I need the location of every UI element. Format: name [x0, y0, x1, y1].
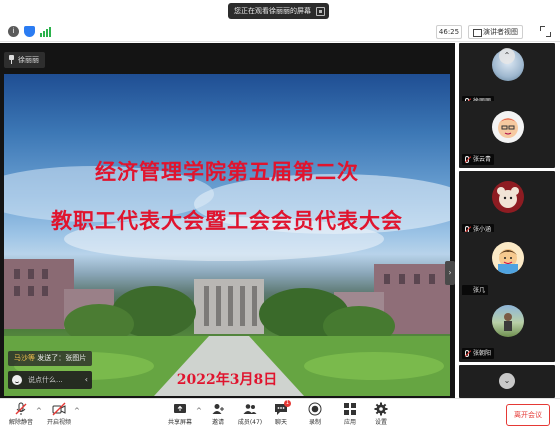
participant-name-tag: 张云青	[462, 154, 495, 165]
campus-background	[4, 166, 450, 396]
video-off-icon	[52, 402, 66, 416]
apps-button[interactable]: 应用	[333, 402, 367, 430]
mic-muted-icon	[465, 350, 469, 357]
record-button[interactable]: 录制	[298, 402, 332, 430]
share-banner: 您正在观看徐丽丽的屏幕	[0, 0, 560, 22]
stop-view-icon[interactable]	[316, 6, 325, 16]
pin-icon	[9, 55, 14, 64]
unmute-button[interactable]: 解除静音	[4, 402, 38, 430]
avatar	[492, 111, 524, 143]
apps-label: 应用	[343, 419, 356, 426]
participants-label: 成员(47)	[237, 419, 263, 426]
shield-icon[interactable]	[24, 26, 35, 37]
participant-tile[interactable]: ⌃ 徐丽丽	[459, 43, 555, 110]
meeting-timer: 46:25	[436, 25, 462, 39]
share-screen-label: 共享屏幕	[167, 419, 192, 426]
chat-input-placeholder: 说点什么...	[28, 376, 63, 384]
meeting-window: 您正在观看徐丽丽的屏幕 i 46:25 演讲者视图 徐丽丽 经济管理学院第五届第…	[0, 0, 560, 432]
start-video-button[interactable]: 开启视频	[42, 402, 76, 430]
signal-icon[interactable]	[40, 27, 52, 37]
leave-meeting-button[interactable]: 离开会议	[506, 404, 550, 426]
settings-label: 设置	[374, 419, 387, 426]
chat-sender: 马沙等	[14, 354, 35, 362]
participants-icon	[243, 404, 257, 414]
chat-notification[interactable]: 马沙等 发送了：张图片	[8, 351, 93, 366]
participant-name-tag: 张朝阳	[462, 348, 495, 359]
participant-tile[interactable]: 张几	[459, 232, 555, 299]
participant-name: 张几	[473, 287, 486, 294]
presenter-tag: 徐丽丽	[4, 52, 45, 68]
chat-message: 发送了：张图片	[37, 354, 87, 362]
participant-tile[interactable]: 张朝阳	[459, 295, 555, 362]
slide-title-line-2: 教职工代表大会暨工会会员代表大会	[51, 208, 403, 233]
collapse-gallery-handle[interactable]: ›	[445, 261, 455, 285]
participant-tile[interactable]: 张云青	[459, 101, 555, 168]
unmute-label: 解除静音	[8, 419, 33, 426]
record-label: 录制	[308, 419, 321, 426]
share-screen-button[interactable]: 共享屏幕	[163, 402, 197, 430]
chat-unread-badge: 1	[284, 400, 291, 407]
status-bar: i 46:25 演讲者视图	[0, 22, 560, 42]
participant-tile[interactable]: 张小涵	[459, 171, 555, 238]
info-icon[interactable]: i	[8, 26, 19, 37]
participant-name: 张朝阳	[473, 350, 492, 357]
meeting-toolbar: 解除静音 ^ 开启视频 ^ 共享屏幕 ^ 邀请 成员(47) 1 聊天 录制 应…	[0, 398, 560, 432]
invite-label: 邀请	[211, 419, 224, 426]
gear-icon	[374, 402, 388, 416]
avatar	[492, 242, 524, 274]
audio-options-icon[interactable]: ^	[36, 407, 42, 415]
slide-title-line-1: 经济管理学院第五届第二次	[95, 159, 359, 184]
participant-tile[interactable]: ⌄	[459, 365, 555, 398]
participant-gallery: ⌃ 徐丽丽 张云青 张小涵	[455, 43, 560, 398]
shared-screen: 徐丽丽 经济管理学院第五届第二次 教职工代表大会暨工会会员代表大会 2022年3…	[0, 43, 455, 398]
chat-button[interactable]: 1 聊天	[264, 400, 298, 430]
view-mode-button[interactable]: 演讲者视图	[468, 25, 523, 39]
start-video-label: 开启视频	[46, 419, 71, 426]
share-indicator[interactable]: 您正在观看徐丽丽的屏幕	[228, 3, 329, 19]
scroll-down-icon[interactable]: ⌄	[499, 373, 515, 389]
mic-muted-icon	[15, 402, 27, 415]
emoji-icon[interactable]	[12, 375, 22, 385]
record-icon	[308, 402, 322, 416]
apps-icon	[344, 403, 356, 415]
avatar	[492, 181, 524, 213]
chat-quick-input[interactable]: 说点什么... ‹	[8, 371, 92, 389]
share-indicator-label: 您正在观看徐丽丽的屏幕	[234, 7, 311, 15]
invite-icon	[212, 404, 224, 414]
participant-name: 张云青	[473, 156, 492, 163]
share-screen-icon	[174, 404, 186, 413]
collapse-chat-icon[interactable]: ‹	[85, 375, 88, 385]
video-options-icon[interactable]: ^	[74, 407, 80, 415]
fullscreen-icon[interactable]	[540, 26, 551, 37]
participants-button[interactable]: 成员(47)	[233, 402, 267, 430]
chat-label: 聊天	[274, 419, 287, 426]
settings-button[interactable]: 设置	[364, 402, 398, 430]
scroll-up-icon[interactable]: ⌃	[499, 48, 515, 64]
presentation-slide: 经济管理学院第五届第二次 教职工代表大会暨工会会员代表大会 2022年3月8日	[4, 74, 450, 396]
avatar	[492, 305, 524, 337]
mic-muted-icon	[465, 156, 469, 163]
invite-button[interactable]: 邀请	[201, 402, 235, 430]
presenter-name: 徐丽丽	[18, 56, 39, 64]
